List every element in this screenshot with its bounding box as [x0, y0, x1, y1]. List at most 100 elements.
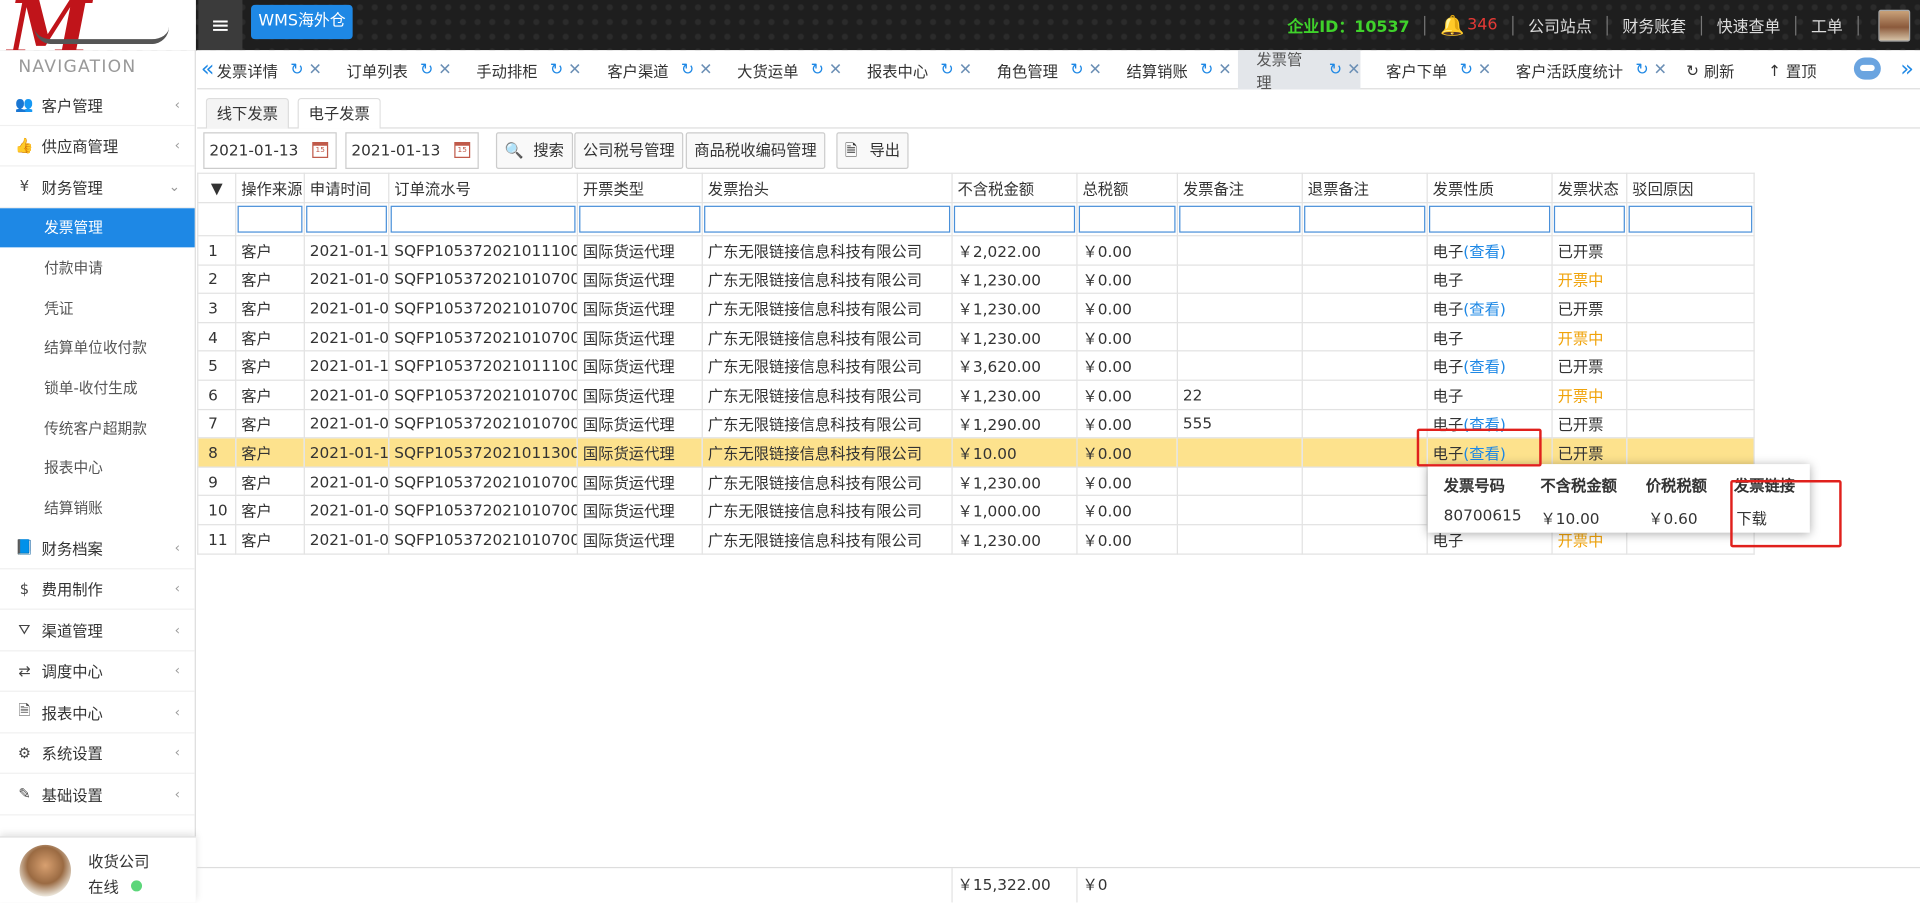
col-reject-reason[interactable]: 驳回原因	[1626, 172, 1755, 204]
refresh-icon[interactable]: ↻	[681, 61, 694, 79]
table-row[interactable]: 5客户2021-01-11SQFP10537202101110014国际货运代理…	[197, 350, 1755, 381]
col-invoice-type[interactable]: 开票类型	[576, 172, 703, 204]
filter-amount-input[interactable]	[953, 205, 1076, 233]
filter-toggle-icon[interactable]: ▼	[197, 172, 237, 204]
search-button[interactable]: 🔍 搜索	[495, 132, 573, 169]
filter-invoice-type-input[interactable]	[579, 205, 701, 233]
filter-source-input[interactable]	[237, 205, 303, 233]
tab-customer-order[interactable]: 客户下单 ↻ ✕	[1386, 50, 1491, 89]
col-apply-time[interactable]: 申请时间	[303, 172, 390, 204]
view-invoice-link[interactable]: (查看)	[1463, 358, 1506, 376]
subtab-offline-invoice[interactable]: 线下发票	[205, 97, 290, 129]
close-icon[interactable]: ✕	[1654, 61, 1667, 79]
nav-fee-making[interactable]: $ 费用制作 ‹	[0, 569, 195, 610]
nav-system-settings[interactable]: ⚙ 系统设置 ‹	[0, 733, 195, 774]
date-from-input[interactable]: 2021-01-13 15	[203, 132, 337, 169]
tax-no-mgmt-button[interactable]: 公司税号管理	[574, 132, 684, 169]
filter-kind-input[interactable]	[1428, 205, 1551, 233]
nav-dispatch-center[interactable]: ⇄ 调度中心 ‹	[0, 651, 195, 692]
nav-channel-mgmt[interactable]: ⛛ 渠道管理 ‹	[0, 610, 195, 651]
filter-invoice-title-input[interactable]	[704, 205, 951, 233]
table-row[interactable]: 4客户2021-01-07SQFP10537202101070003国际货运代理…	[197, 321, 1755, 352]
calendar-icon[interactable]: 15	[312, 142, 329, 158]
user-avatar[interactable]	[1878, 9, 1911, 42]
col-total-tax[interactable]: 总税额	[1076, 172, 1178, 204]
tab-customer-channel[interactable]: 客户渠道 ↻ ✕	[607, 50, 712, 89]
tab-role-mgmt[interactable]: 角色管理 ↻ ✕	[997, 50, 1102, 89]
filter-refund-note-input[interactable]	[1304, 205, 1426, 233]
tab-order-list[interactable]: 订单列表 ↻ ✕	[347, 50, 452, 89]
close-icon[interactable]: ✕	[1088, 61, 1101, 79]
tabs-scroll-right-icon[interactable]: »	[1900, 50, 1913, 89]
nav-sub-write-off[interactable]: 结算销账	[0, 488, 195, 528]
tab-invoice-mgmt[interactable]: 发票管理 ↻ ✕	[1237, 50, 1361, 92]
close-icon[interactable]: ✕	[308, 61, 321, 79]
nav-finance-archive[interactable]: 📘 财务档案 ‹	[0, 528, 195, 569]
col-invoice-title[interactable]: 发票抬头	[701, 172, 953, 204]
nav-sub-report-center[interactable]: 报表中心	[0, 448, 195, 488]
close-icon[interactable]: ✕	[1478, 61, 1491, 79]
filter-note-input[interactable]	[1179, 205, 1301, 233]
filter-apply-time-input[interactable]	[306, 205, 387, 233]
wms-brand-button[interactable]: WMS海外仓	[251, 4, 354, 40]
tab-customer-activity[interactable]: 客户活跃度统计 ↻ ✕	[1516, 50, 1667, 89]
nav-basic-settings[interactable]: ✎ 基础设置 ‹	[0, 774, 195, 815]
export-button[interactable]: 🗎 导出	[836, 132, 909, 169]
tab-invoice-detail[interactable]: 发票详情 ↻ ✕	[217, 50, 322, 89]
refresh-icon[interactable]: ↻	[1635, 61, 1648, 79]
tab-bulk-waybill[interactable]: 大货运单 ↻ ✕	[737, 50, 842, 89]
close-icon[interactable]: ✕	[1347, 61, 1360, 79]
refresh-icon[interactable]: ↻	[1200, 61, 1213, 79]
col-source[interactable]: 操作来源	[235, 172, 305, 204]
close-icon[interactable]: ✕	[959, 61, 972, 79]
col-invoice-status[interactable]: 发票状态	[1551, 172, 1628, 204]
user-photo[interactable]	[19, 844, 72, 897]
refresh-icon[interactable]: ↻	[1070, 61, 1083, 79]
nav-sub-invoice-mgmt[interactable]: 发票管理	[0, 207, 195, 248]
refresh-icon[interactable]: ↻	[811, 61, 824, 79]
close-icon[interactable]: ✕	[1218, 61, 1231, 79]
filter-status-input[interactable]	[1553, 205, 1625, 233]
nav-finance-mgmt[interactable]: ¥ 财务管理 ⌄	[0, 167, 195, 208]
tab-manual-container[interactable]: 手动排柜 ↻ ✕	[476, 50, 581, 89]
filter-reason-input[interactable]	[1628, 205, 1753, 233]
subtab-e-invoice[interactable]: 电子发票	[297, 97, 381, 129]
nav-sub-voucher[interactable]: 凭证	[0, 288, 195, 328]
filter-order-no-input[interactable]	[390, 205, 576, 233]
col-order-no[interactable]: 订单流水号	[388, 172, 578, 204]
refresh-icon[interactable]: ↻	[940, 61, 953, 79]
refresh-button[interactable]: ↻ 刷新	[1686, 50, 1734, 89]
link-work-order[interactable]: 工单	[1811, 13, 1843, 36]
close-icon[interactable]: ✕	[438, 61, 451, 79]
tabs-scroll-left-icon[interactable]: «	[201, 50, 214, 89]
link-company-site[interactable]: 公司站点	[1528, 13, 1592, 36]
assistant-robot-icon[interactable]	[1853, 57, 1881, 80]
company-logo[interactable]: M	[0, 0, 196, 51]
refresh-icon[interactable]: ↻	[290, 61, 303, 79]
table-row[interactable]: 1客户2021-01-11SQFP10537202101110009国际货运代理…	[197, 235, 1755, 266]
refresh-icon[interactable]: ↻	[420, 61, 433, 79]
col-refund-note[interactable]: 退票备注	[1301, 172, 1428, 204]
notification-count[interactable]: 346	[1467, 16, 1497, 34]
link-finance-books[interactable]: 财务账套	[1622, 13, 1686, 36]
table-row[interactable]: 3客户2021-01-07SQFP10537202101070008国际货运代理…	[197, 292, 1755, 323]
nav-report-center[interactable]: 🗎 报表中心 ‹	[0, 692, 195, 733]
nav-sub-settlement-payments[interactable]: 结算单位收付款	[0, 328, 195, 368]
nav-sub-lock-order[interactable]: 锁单-收付生成	[0, 368, 195, 408]
close-icon[interactable]: ✕	[829, 61, 842, 79]
pin-top-button[interactable]: ↑ 置顶	[1768, 50, 1816, 89]
calendar-icon[interactable]: 15	[454, 142, 471, 158]
refresh-icon[interactable]: ↻	[550, 61, 563, 79]
close-icon[interactable]: ✕	[568, 61, 581, 79]
close-icon[interactable]: ✕	[699, 61, 712, 79]
col-invoice-kind[interactable]: 发票性质	[1426, 172, 1553, 204]
filter-tax-input[interactable]	[1078, 205, 1176, 233]
refresh-icon[interactable]: ↻	[1460, 61, 1473, 79]
link-quick-search[interactable]: 快速查单	[1717, 13, 1781, 36]
menu-toggle-icon[interactable]: ≡	[198, 0, 243, 51]
tax-code-mgmt-button[interactable]: 商品税收编码管理	[685, 132, 826, 169]
nav-customer-mgmt[interactable]: 👥 客户管理 ‹	[0, 84, 195, 126]
nav-supplier-mgmt[interactable]: 👍 供应商管理 ‹	[0, 126, 195, 167]
date-to-input[interactable]: 2021-01-13 15	[345, 132, 479, 169]
bell-icon[interactable]: 🔔	[1440, 13, 1464, 36]
